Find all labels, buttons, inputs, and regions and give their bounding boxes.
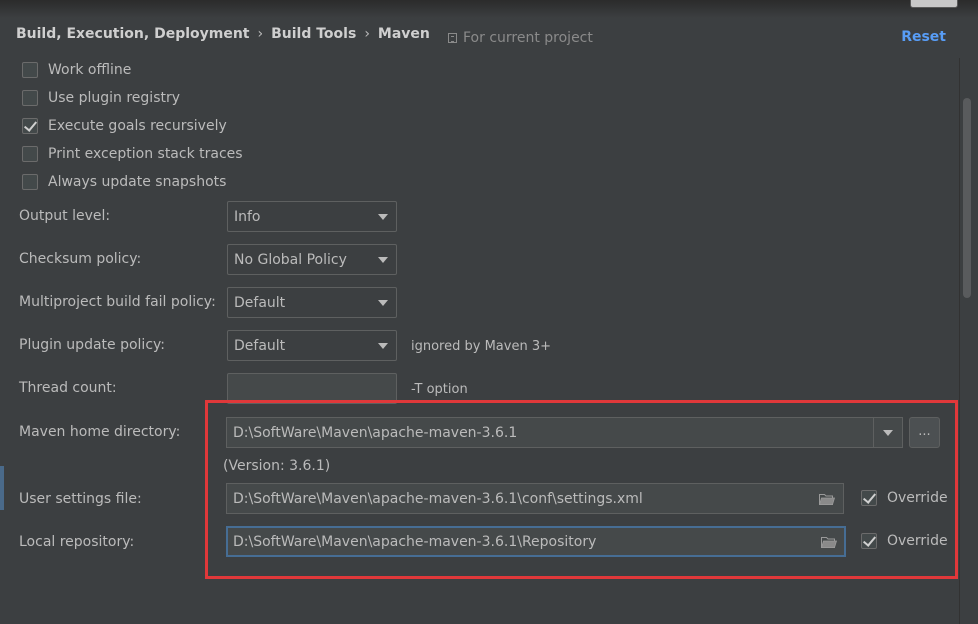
chevron-down-icon[interactable]: [883, 430, 893, 436]
fail-policy-dropdown[interactable]: Default: [227, 287, 397, 318]
breadcrumb-item[interactable]: Build Tools: [271, 26, 356, 42]
checkbox-always-update-snapshots[interactable]: Always update snapshots: [22, 172, 226, 192]
checkbox-label: Always update snapshots: [48, 174, 227, 190]
local-repository-label: Local repository:: [19, 534, 135, 550]
scope-label: For current project: [463, 30, 593, 46]
checkbox-work-offline[interactable]: Work offline: [22, 60, 131, 80]
breadcrumb-separator: ›: [257, 26, 264, 42]
checkbox[interactable]: [22, 146, 38, 162]
dropdown-value: Info: [234, 209, 261, 225]
override-label: Override: [887, 533, 948, 549]
left-edge-accent: [0, 466, 4, 510]
thread-count-hint: -T option: [411, 382, 468, 397]
maven-home-value: D:\SoftWare\Maven\apache-maven-3.6.1: [233, 425, 518, 441]
checkbox[interactable]: [22, 174, 38, 190]
checkbox-label: Work offline: [48, 62, 132, 78]
fail-policy-label: Multiproject build fail policy:: [19, 294, 216, 310]
window-close-button[interactable]: [910, 0, 958, 8]
user-settings-label: User settings file:: [19, 491, 142, 507]
vertical-scrollbar[interactable]: [959, 58, 978, 624]
plugin-update-policy-dropdown[interactable]: Default: [227, 330, 397, 361]
chevron-down-icon: [378, 214, 388, 220]
maven-version-text: (Version: 3.6.1): [223, 458, 331, 474]
output-level-dropdown[interactable]: Info: [227, 201, 397, 232]
browse-button[interactable]: ...: [909, 417, 940, 448]
breadcrumb-item-current: Maven: [377, 26, 430, 42]
checkbox-print-exception-stack-traces[interactable]: Print exception stack traces: [22, 144, 243, 164]
thread-count-label: Thread count:: [19, 380, 117, 396]
plugin-update-policy-label: Plugin update policy:: [19, 337, 165, 353]
checkbox-label: Use plugin registry: [48, 90, 181, 106]
chevron-down-icon: [378, 343, 388, 349]
user-settings-override[interactable]: Override: [861, 488, 948, 508]
local-repository-field[interactable]: D:\SoftWare\Maven\apache-maven-3.6.1\Rep…: [226, 526, 846, 557]
window-top-strip: [0, 0, 978, 18]
chevron-down-icon: [378, 300, 388, 306]
user-settings-field[interactable]: D:\SoftWare\Maven\apache-maven-3.6.1\con…: [226, 483, 844, 514]
dropdown-divider: [873, 418, 874, 447]
checkbox[interactable]: [22, 62, 38, 78]
breadcrumb-item[interactable]: Build, Execution, Deployment: [16, 26, 250, 42]
checkbox-execute-goals-recursively[interactable]: Execute goals recursively: [22, 116, 227, 136]
folder-icon[interactable]: [821, 536, 837, 548]
scrollbar-thumb[interactable]: [963, 98, 971, 298]
checksum-policy-dropdown[interactable]: No Global Policy: [227, 244, 397, 275]
plugin-update-policy-hint: ignored by Maven 3+: [411, 339, 551, 354]
reset-link[interactable]: Reset: [901, 29, 946, 45]
output-level-label: Output level:: [19, 208, 111, 224]
copy-icon: [448, 33, 457, 43]
checkbox-checked[interactable]: [22, 118, 38, 134]
checkbox-label: Print exception stack traces: [48, 146, 243, 162]
checkbox-use-plugin-registry[interactable]: Use plugin registry: [22, 88, 180, 108]
breadcrumb: Build, Execution, Deployment › Build Tools…: [16, 26, 430, 42]
checkbox-checked[interactable]: [861, 533, 877, 549]
dropdown-value: Default: [234, 338, 286, 354]
user-settings-value: D:\SoftWare\Maven\apache-maven-3.6.1\con…: [233, 491, 643, 507]
breadcrumb-separator: ›: [364, 26, 370, 42]
dropdown-value: No Global Policy: [234, 252, 347, 268]
override-label: Override: [887, 490, 948, 506]
folder-icon[interactable]: [819, 493, 835, 505]
checkbox-checked[interactable]: [861, 490, 877, 506]
checkbox-label: Execute goals recursively: [48, 118, 227, 134]
dropdown-value: Default: [234, 295, 286, 311]
scope-indicator: For current project: [448, 30, 593, 46]
maven-home-dropdown[interactable]: D:\SoftWare\Maven\apache-maven-3.6.1: [226, 417, 903, 448]
chevron-down-icon: [378, 257, 388, 263]
thread-count-input[interactable]: [227, 373, 397, 404]
checkbox[interactable]: [22, 90, 38, 106]
local-repository-override[interactable]: Override: [861, 531, 948, 551]
local-repository-value: D:\SoftWare\Maven\apache-maven-3.6.1\Rep…: [233, 534, 597, 550]
maven-home-label: Maven home directory:: [19, 424, 181, 440]
checksum-policy-label: Checksum policy:: [19, 251, 142, 267]
